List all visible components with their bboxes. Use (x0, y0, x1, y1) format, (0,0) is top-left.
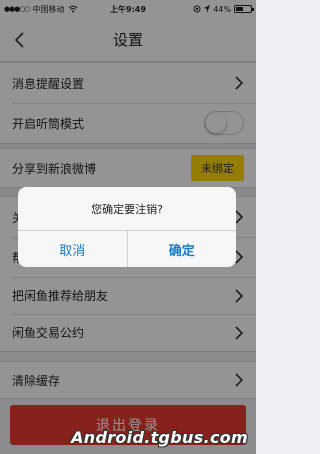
dialog-message: 您确定要注销? (18, 187, 236, 231)
confirm-button[interactable]: 确定 (126, 231, 237, 267)
dialog-buttons: 取消 确定 (18, 231, 236, 267)
logout-confirm-dialog: 您确定要注销? 取消 确定 (18, 187, 236, 267)
cancel-button[interactable]: 取消 (18, 231, 127, 267)
watermark: Android.tgbus.com (71, 428, 248, 447)
